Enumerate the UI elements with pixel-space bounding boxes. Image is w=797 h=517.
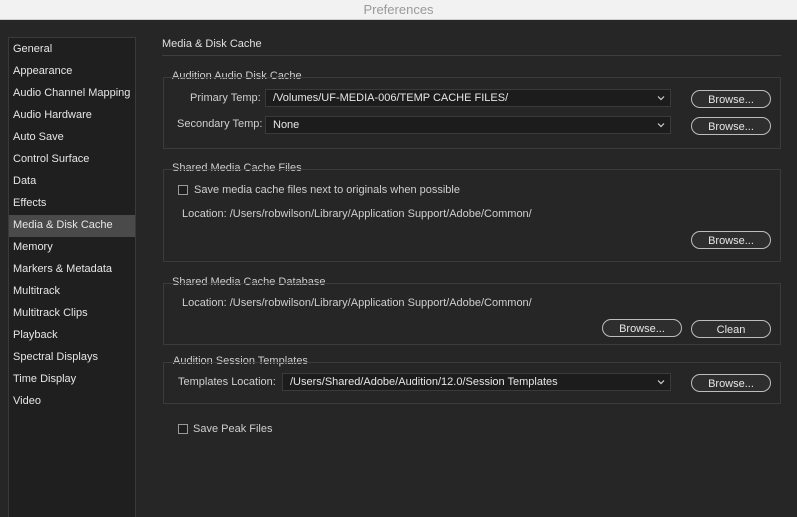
sidebar-item-spectral-displays[interactable]: Spectral Displays — [9, 347, 135, 369]
save-peak-files-checkbox[interactable] — [178, 424, 188, 434]
chevron-down-icon — [657, 380, 665, 385]
primary-temp-browse-button[interactable]: Browse... — [691, 90, 771, 108]
primary-temp-dropdown[interactable]: /Volumes/UF-MEDIA-006/TEMP CACHE FILES/ — [265, 89, 671, 107]
preferences-sidebar: General Appearance Audio Channel Mapping… — [8, 37, 136, 517]
save-cache-next-to-originals-label: Save media cache files next to originals… — [194, 184, 460, 196]
save-peak-files-label: Save Peak Files — [193, 423, 273, 435]
chevron-down-icon — [657, 123, 665, 128]
save-cache-next-to-originals-checkbox[interactable] — [178, 185, 188, 195]
secondary-temp-browse-button[interactable]: Browse... — [691, 117, 771, 135]
clean-button[interactable]: Clean — [691, 320, 771, 338]
sidebar-item-video[interactable]: Video — [9, 391, 135, 413]
sidebar-item-memory[interactable]: Memory — [9, 237, 135, 259]
chevron-down-icon — [657, 96, 665, 101]
sidebar-item-playback[interactable]: Playback — [9, 325, 135, 347]
sidebar-item-audio-channel-mapping[interactable]: Audio Channel Mapping — [9, 83, 135, 105]
templates-location-dropdown[interactable]: /Users/Shared/Adobe/Audition/12.0/Sessio… — [282, 373, 671, 391]
sidebar-item-multitrack-clips[interactable]: Multitrack Clips — [9, 303, 135, 325]
shared-files-location: Location: /Users/robwilson/Library/Appli… — [182, 208, 532, 220]
heading-divider — [162, 55, 781, 56]
sidebar-item-auto-save[interactable]: Auto Save — [9, 127, 135, 149]
templates-browse-button[interactable]: Browse... — [691, 374, 771, 392]
sidebar-list: General Appearance Audio Channel Mapping… — [9, 38, 135, 413]
secondary-temp-dropdown[interactable]: None — [265, 116, 671, 134]
secondary-temp-label: Secondary Temp: — [177, 118, 263, 130]
sidebar-item-markers-metadata[interactable]: Markers & Metadata — [9, 259, 135, 281]
window-title: Preferences — [363, 2, 434, 17]
templates-location-label: Templates Location: — [178, 376, 276, 388]
shared-files-browse-button[interactable]: Browse... — [691, 231, 771, 249]
secondary-temp-value: None — [273, 119, 300, 131]
sidebar-item-time-display[interactable]: Time Display — [9, 369, 135, 391]
sidebar-item-general[interactable]: General — [9, 39, 135, 61]
templates-location-value: /Users/Shared/Adobe/Audition/12.0/Sessio… — [290, 376, 558, 388]
page-title: Media & Disk Cache — [162, 38, 262, 50]
sidebar-item-multitrack[interactable]: Multitrack — [9, 281, 135, 303]
shared-db-browse-button[interactable]: Browse... — [602, 319, 682, 337]
primary-temp-label: Primary Temp: — [190, 92, 261, 104]
sidebar-item-control-surface[interactable]: Control Surface — [9, 149, 135, 171]
sidebar-item-effects[interactable]: Effects — [9, 193, 135, 215]
primary-temp-value: /Volumes/UF-MEDIA-006/TEMP CACHE FILES/ — [273, 92, 509, 104]
sidebar-item-audio-hardware[interactable]: Audio Hardware — [9, 105, 135, 127]
disk-cache-group — [163, 77, 781, 149]
sidebar-item-media-disk-cache[interactable]: Media & Disk Cache — [9, 215, 135, 237]
shared-db-location: Location: /Users/robwilson/Library/Appli… — [182, 297, 532, 309]
shared-db-group — [163, 283, 781, 345]
sidebar-item-data[interactable]: Data — [9, 171, 135, 193]
sidebar-item-appearance[interactable]: Appearance — [9, 61, 135, 83]
window-titlebar: Preferences — [0, 0, 797, 20]
